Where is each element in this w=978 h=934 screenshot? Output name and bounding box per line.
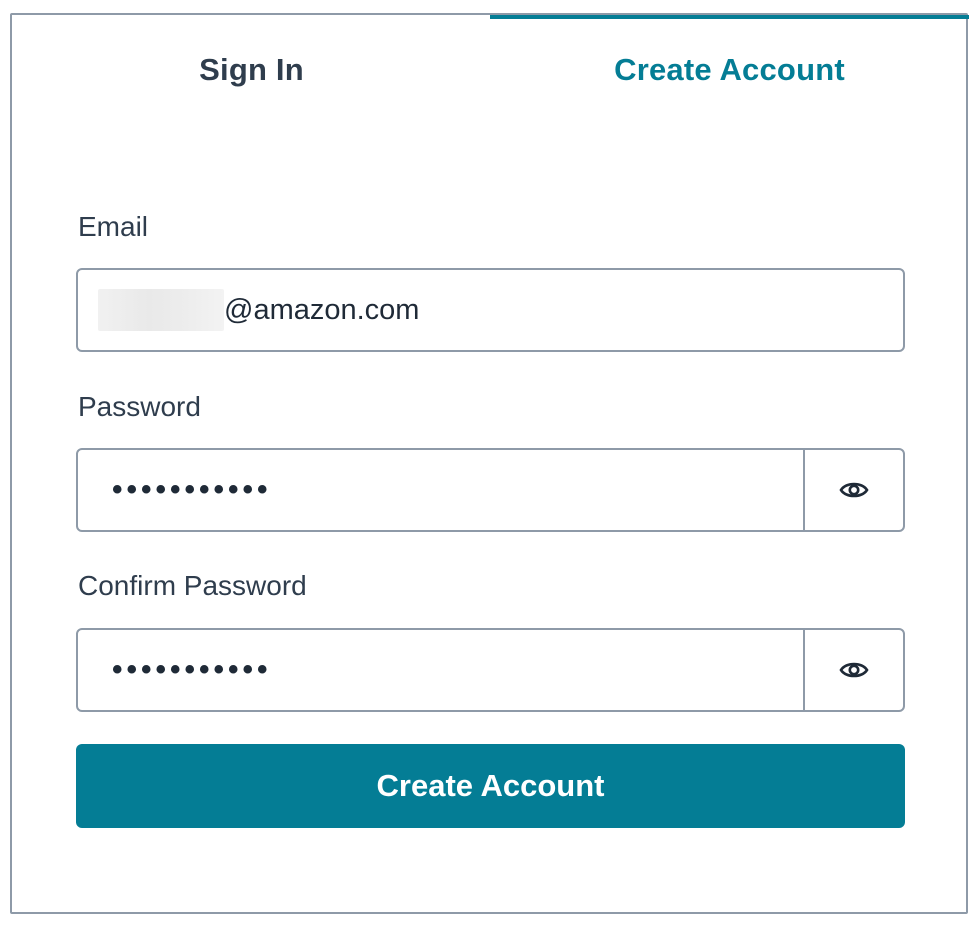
- create-account-button[interactable]: Create Account: [76, 744, 905, 828]
- eye-icon: [839, 662, 869, 678]
- email-field-value: @amazon.com: [224, 293, 420, 326]
- confirm-password-field[interactable]: •••••••••••: [78, 630, 803, 710]
- redacted-email-user: [98, 289, 224, 331]
- email-field[interactable]: @amazon.com: [76, 268, 905, 352]
- tab-sign-in-label: Sign In: [199, 52, 304, 87]
- confirm-password-label: Confirm Password: [78, 570, 307, 601]
- confirm-password-field-group: •••••••••••: [76, 628, 905, 712]
- tab-sign-in[interactable]: Sign In: [12, 15, 491, 123]
- auth-card: Sign In Create Account Email @amazon.com…: [10, 13, 969, 914]
- tab-create-account-label: Create Account: [614, 52, 845, 87]
- show-password-button[interactable]: [803, 450, 903, 530]
- auth-tabs: Sign In Create Account: [12, 15, 969, 125]
- password-label: Password: [78, 391, 201, 422]
- show-confirm-password-button[interactable]: [803, 630, 903, 710]
- tab-create-account[interactable]: Create Account: [490, 15, 969, 123]
- email-label: Email: [78, 211, 149, 242]
- eye-icon: [839, 482, 869, 498]
- password-field[interactable]: •••••••••••: [78, 450, 803, 530]
- password-field-group: •••••••••••: [76, 448, 905, 532]
